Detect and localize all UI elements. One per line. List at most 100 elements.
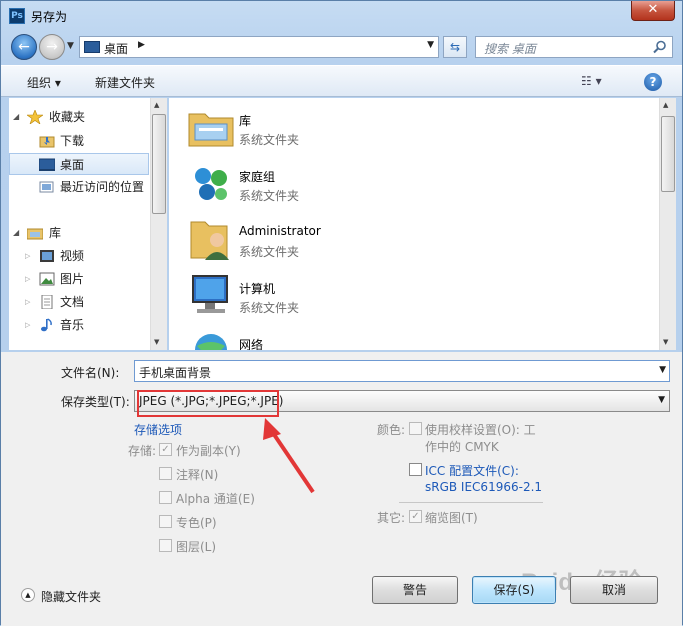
sidebar-item-pictures[interactable]: ▷ 图片 xyxy=(9,268,149,290)
highlight-annotation-box xyxy=(137,390,279,417)
desktop-icon xyxy=(84,41,100,53)
title-bar: Ps 另存为 ✕ xyxy=(1,1,682,31)
sidebar-item-desktop[interactable]: 桌面 xyxy=(9,153,149,175)
filename-input[interactable]: 手机桌面背景 ▼ xyxy=(134,360,670,382)
music-icon xyxy=(41,318,52,332)
list-item[interactable]: 库 系统文件夹 xyxy=(187,100,487,154)
command-toolbar: 组织 ▾ 新建文件夹 ☷ ▾ ? xyxy=(1,65,682,97)
divider xyxy=(399,502,543,503)
video-icon xyxy=(40,250,54,262)
file-type: 系统文件夹 xyxy=(239,245,300,259)
back-button[interactable]: ← xyxy=(11,34,37,60)
list-item[interactable]: 家庭组 系统文件夹 xyxy=(187,156,487,210)
view-options-button[interactable]: ☷ ▾ xyxy=(581,74,602,88)
thumbnail-checkbox[interactable]: ✓ xyxy=(409,510,422,523)
file-name: 计算机 xyxy=(239,282,276,296)
organize-menu[interactable]: 组织 ▾ xyxy=(27,74,61,91)
proof-setup-label-line2: 作中的 CMYK xyxy=(425,440,499,454)
homegroup-icon xyxy=(195,168,227,200)
sidebar-item-recent[interactable]: 最近访问的位置 xyxy=(9,176,149,198)
sidebar-item-documents[interactable]: ▷ 文档 xyxy=(9,291,149,313)
pictures-icon xyxy=(39,272,55,286)
other-label: 其它: xyxy=(377,511,406,525)
star-icon xyxy=(27,110,43,124)
sidebar-item-library[interactable]: ◢ 库 xyxy=(9,222,149,244)
expand-arrow-icon[interactable]: ▷ xyxy=(25,291,30,313)
storage-options-link[interactable]: 存储选项 xyxy=(134,421,182,438)
breadcrumb-arrow-icon[interactable]: ▶ xyxy=(138,40,145,50)
refresh-button[interactable]: ⇆ xyxy=(443,36,467,58)
annotations-checkbox[interactable] xyxy=(159,467,172,480)
storage-label: 存储: xyxy=(128,444,157,458)
recent-places-icon xyxy=(39,181,54,193)
scrollbar-thumb[interactable] xyxy=(152,114,166,214)
download-folder-icon xyxy=(39,136,55,148)
documents-icon xyxy=(41,295,53,309)
address-text: 桌面 xyxy=(104,42,129,56)
help-icon[interactable]: ? xyxy=(644,73,662,91)
address-bar[interactable]: 桌面 ▶ ▼ xyxy=(79,36,439,58)
proof-setup-label: 使用校样设置(O): 工 xyxy=(425,423,536,437)
search-box[interactable]: 搜索 桌面 xyxy=(475,36,673,58)
icc-profile-value: sRGB IEC61966-2.1 xyxy=(425,480,543,494)
save-as-dialog: Ps 另存为 ✕ ← → ▼ 桌面 ▶ ▼ ⇆ 搜索 桌面 组织 ▾ 新建文件夹… xyxy=(0,0,683,626)
sidebar-item-downloads[interactable]: 下载 xyxy=(9,130,149,152)
new-folder-button[interactable]: 新建文件夹 xyxy=(95,74,155,91)
file-type: 系统文件夹 xyxy=(239,189,300,203)
save-button[interactable]: 保存(S) xyxy=(472,576,556,604)
sidebar-scrollbar[interactable]: ▲ ▼ xyxy=(150,98,167,350)
chevron-down-icon[interactable]: ▼ xyxy=(658,395,665,405)
collapse-up-icon: ▲ xyxy=(21,588,35,602)
alpha-channel-checkbox[interactable] xyxy=(159,491,172,504)
expand-arrow-icon[interactable]: ▷ xyxy=(25,268,30,290)
search-placeholder: 搜索 桌面 xyxy=(484,42,536,56)
search-icon[interactable] xyxy=(653,40,667,54)
spot-color-checkbox[interactable] xyxy=(159,515,172,528)
alpha-option-label: Alpha 通道(E) xyxy=(176,492,255,506)
library-folder-icon xyxy=(188,113,234,147)
thumbnail-label: 缩览图(T) xyxy=(425,511,478,525)
address-dropdown-icon[interactable]: ▼ xyxy=(427,40,434,50)
scroll-up-icon[interactable]: ▲ xyxy=(663,101,668,109)
sidebar-item-favorites[interactable]: ◢ 收藏夹 xyxy=(9,106,149,128)
file-name: 网络 xyxy=(239,338,264,350)
photoshop-app-icon: Ps xyxy=(9,8,25,24)
filename-value: 手机桌面背景 xyxy=(139,366,212,380)
layers-option-label: 图层(L) xyxy=(176,540,217,554)
collapse-arrow-icon[interactable]: ◢ xyxy=(13,222,19,244)
collapse-arrow-icon[interactable]: ◢ xyxy=(13,106,19,128)
filename-label: 文件名(N): xyxy=(61,366,120,380)
scroll-down-icon[interactable]: ▼ xyxy=(154,338,159,346)
sidebar-item-music[interactable]: ▷ 音乐 xyxy=(9,314,149,336)
layers-checkbox[interactable] xyxy=(159,539,172,552)
forward-button[interactable]: → xyxy=(39,34,65,60)
proof-setup-checkbox[interactable] xyxy=(409,422,422,435)
expand-arrow-icon[interactable]: ▷ xyxy=(25,314,30,336)
copy-checkbox[interactable]: ✓ xyxy=(159,443,172,456)
library-icon xyxy=(27,228,43,240)
scroll-up-icon[interactable]: ▲ xyxy=(154,101,159,109)
cancel-button[interactable]: 取消 xyxy=(570,576,658,604)
expand-arrow-icon[interactable]: ▷ xyxy=(25,245,30,267)
scrollbar-thumb[interactable] xyxy=(661,116,675,192)
list-item[interactable]: Administrator 系统文件夹 xyxy=(187,212,487,266)
recent-pages-dropdown[interactable]: ▼ xyxy=(67,41,74,51)
navigation-bar: ← → ▼ 桌面 ▶ ▼ ⇆ 搜索 桌面 xyxy=(1,31,682,63)
user-folder-icon xyxy=(190,221,229,260)
window-title: 另存为 xyxy=(31,10,68,24)
copy-option-label: 作为副本(Y) xyxy=(176,444,241,458)
file-list-scrollbar[interactable]: ▲ ▼ xyxy=(659,98,676,350)
color-label: 颜色: xyxy=(377,423,406,437)
chevron-down-icon[interactable]: ▼ xyxy=(659,365,666,375)
close-button[interactable]: ✕ xyxy=(631,1,675,21)
file-name: Administrator xyxy=(239,224,321,238)
sidebar-item-videos[interactable]: ▷ 视频 xyxy=(9,245,149,267)
scroll-down-icon[interactable]: ▼ xyxy=(663,338,668,346)
icc-profile-checkbox[interactable] xyxy=(409,463,422,476)
file-name: 家庭组 xyxy=(239,170,276,184)
hide-folders-label: 隐藏文件夹 xyxy=(41,590,102,604)
list-item[interactable]: 计算机 系统文件夹 xyxy=(187,268,487,322)
list-item[interactable]: 网络 xyxy=(187,324,487,350)
computer-icon xyxy=(192,275,228,313)
warning-button[interactable]: 警告 xyxy=(372,576,458,604)
